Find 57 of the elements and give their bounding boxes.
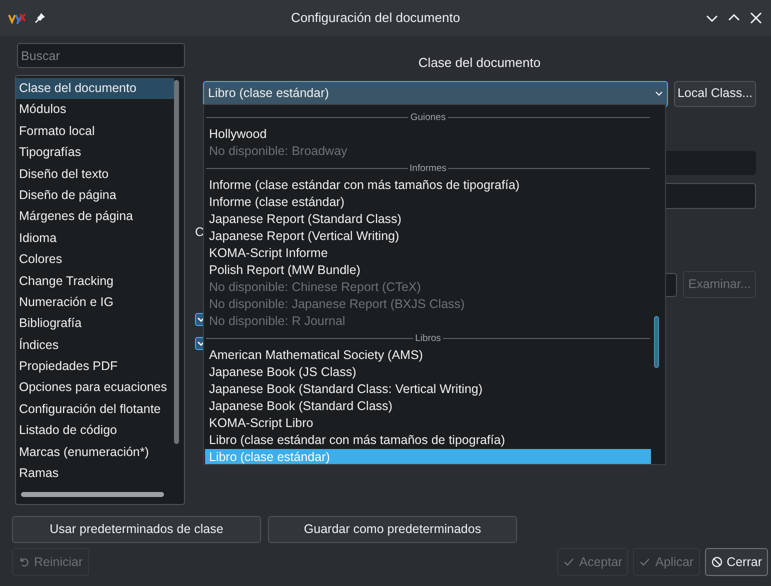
- sidebar-item[interactable]: Listado de código: [16, 420, 174, 442]
- sidebar-item[interactable]: Módulos: [16, 99, 174, 121]
- local-class-button[interactable]: Local Class...: [674, 80, 756, 106]
- horizontal-scrollbar[interactable]: [21, 492, 164, 497]
- dropdown-option[interactable]: Japanese Report (Standard Class): [205, 211, 651, 228]
- dropdown-option[interactable]: KOMA-Script Libro: [205, 415, 651, 432]
- sidebar-item[interactable]: Propiedades PDF: [16, 356, 174, 378]
- dropdown-option[interactable]: Japanese Book (Standard Class): [205, 398, 651, 415]
- sidebar-item[interactable]: Opciones para ecuaciones: [16, 377, 174, 399]
- dropdown-option[interactable]: Hollywood: [205, 126, 651, 143]
- cancel-icon: [710, 556, 723, 568]
- dropdown-option[interactable]: American Mathematical Society (AMS): [205, 347, 651, 364]
- dropdown-option[interactable]: Japanese Book (Standard Class: Vertical Writing): [205, 381, 651, 398]
- sidebar-item[interactable]: Diseño del texto: [16, 164, 174, 185]
- group-heading: Libros: [415, 333, 441, 344]
- class-dropdown[interactable]: Libro (clase estándar): [203, 80, 668, 106]
- sidebar-item[interactable]: Diseño de página: [16, 184, 174, 206]
- defaults-button[interactable]: Guardar como predeterminados: [268, 516, 517, 543]
- dropdown-option[interactable]: Informe (clase estándar): [205, 194, 651, 211]
- reset-icon: [18, 556, 30, 568]
- dropdown-option[interactable]: Libro (clase estándar con más tamaños de tipografía): [205, 432, 651, 449]
- vertical-scrollbar[interactable]: [174, 80, 179, 444]
- sidebar-item[interactable]: Ramas: [16, 463, 174, 484]
- group-heading: Guiones: [410, 112, 446, 123]
- group-heading: Informes: [410, 163, 446, 174]
- check-icon: [639, 556, 652, 568]
- dropdown-option[interactable]: Japanese Report (Vertical Writing): [205, 228, 651, 245]
- maximize-icon[interactable]: [727, 13, 741, 23]
- dropdown-option[interactable]: KOMA-Script Informe: [205, 245, 651, 262]
- sidebar-item[interactable]: Clase del documento: [16, 78, 174, 100]
- close-icon[interactable]: [749, 12, 763, 24]
- search-field[interactable]: Buscar: [17, 43, 185, 68]
- section-heading: Clase del documento: [417, 54, 542, 72]
- dialog-button[interactable]: Cerrar: [704, 548, 768, 576]
- dropdown-option[interactable]: Japanese Book (JS Class): [205, 364, 651, 381]
- hidden-label: C: [195, 224, 204, 240]
- sidebar-item[interactable]: Formato local: [16, 120, 174, 142]
- sidebar-item[interactable]: Colores: [16, 249, 174, 271]
- defaults-button[interactable]: Usar predeterminados de clase: [12, 516, 261, 543]
- sidebar-item[interactable]: Marcas (enumeración*): [16, 442, 174, 464]
- sidebar-item[interactable]: Índices: [16, 334, 174, 356]
- popup-scrollbar[interactable]: [654, 316, 659, 368]
- sidebar-item[interactable]: Bibliografía: [16, 313, 174, 335]
- minimize-icon[interactable]: [705, 13, 719, 23]
- caret-icon: [655, 90, 663, 96]
- app-logo-icon: [8, 12, 26, 24]
- sidebar-item[interactable]: Idioma: [16, 228, 174, 250]
- sidebar-item[interactable]: Configuración del flotante: [16, 398, 174, 420]
- sidebar-item[interactable]: Change Tracking: [16, 270, 174, 292]
- dropdown-option[interactable]: Informe (clase estándar con más tamaños de tipografía): [205, 177, 651, 194]
- pin-icon[interactable]: [34, 12, 46, 24]
- sidebar-item[interactable]: Tipografías: [16, 142, 174, 164]
- window-title: Configuración del documento: [290, 9, 462, 28]
- sidebar-item[interactable]: Márgenes de página: [16, 206, 174, 228]
- sidebar-item[interactable]: Numeración e IG: [16, 292, 174, 314]
- dropdown-option[interactable]: Polish Report (MW Bundle): [205, 262, 651, 279]
- check-icon: [563, 556, 576, 568]
